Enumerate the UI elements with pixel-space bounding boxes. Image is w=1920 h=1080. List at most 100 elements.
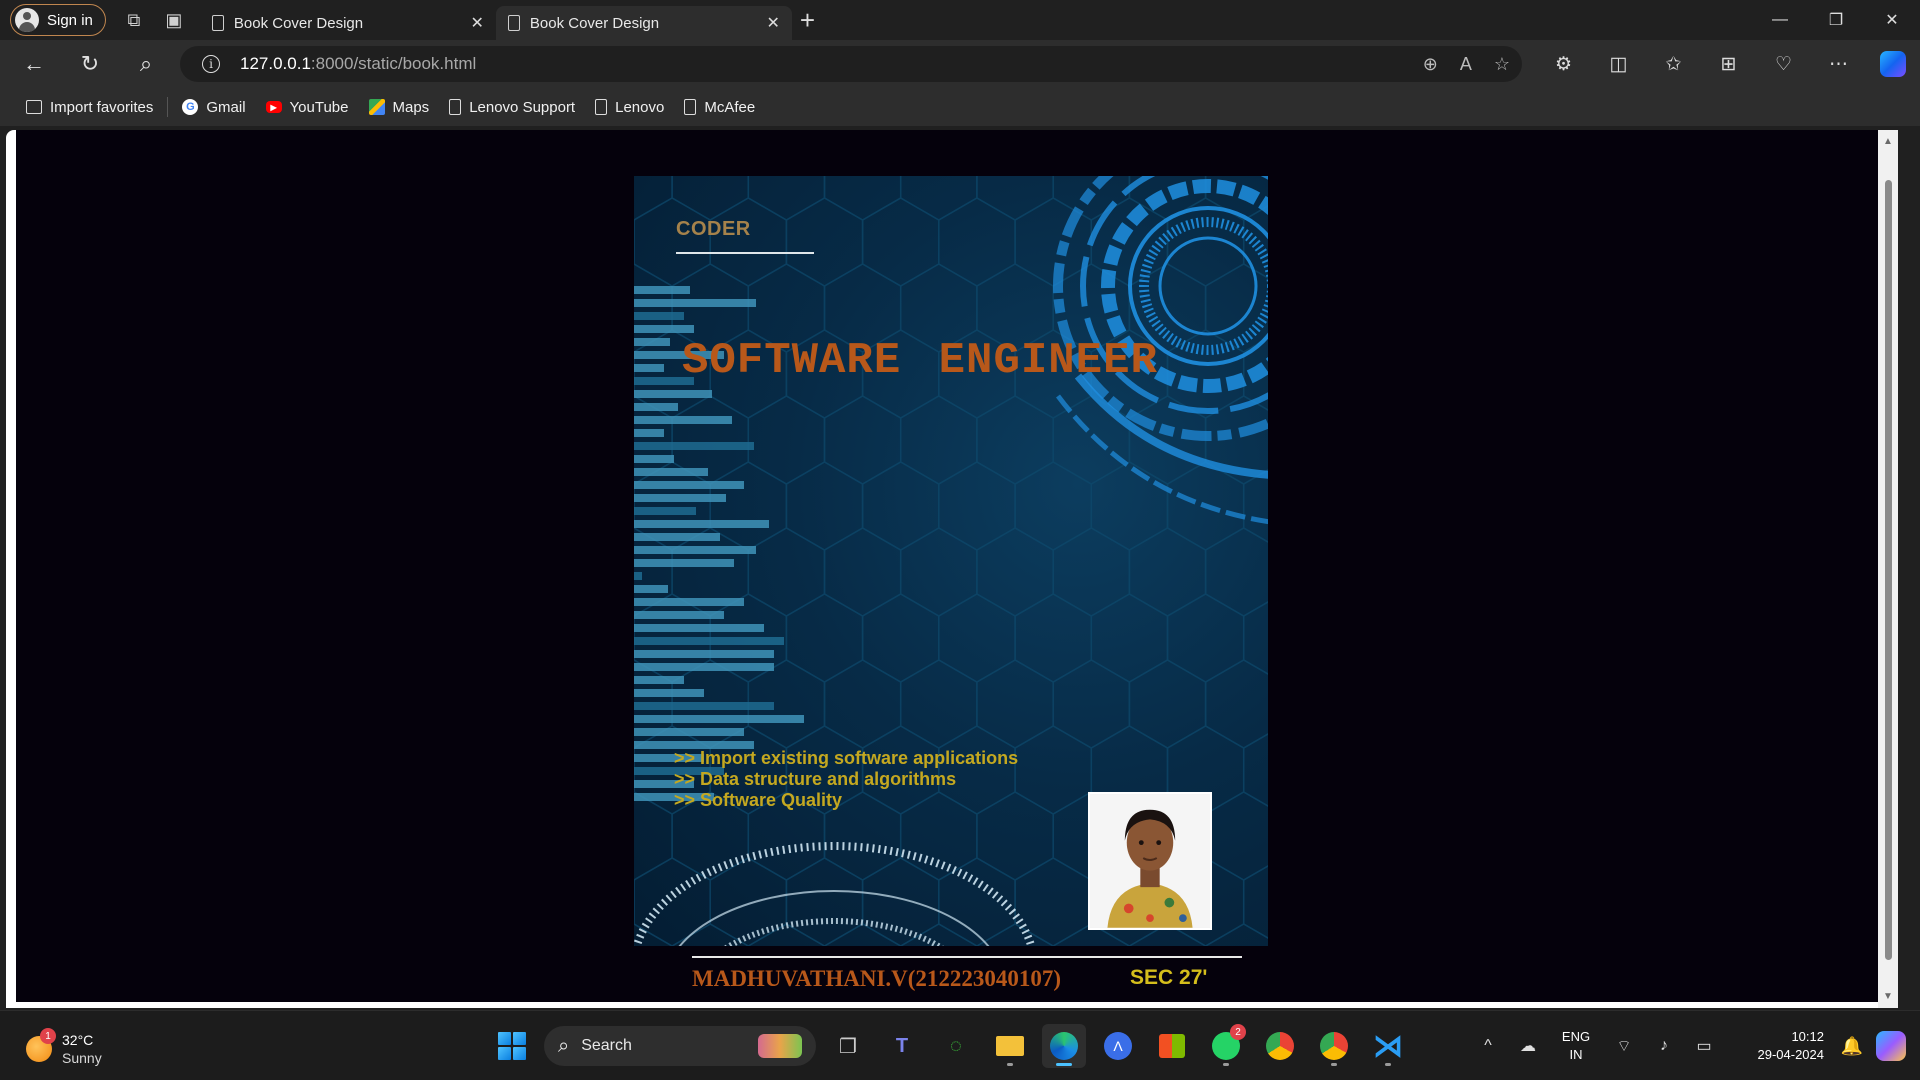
bookmark-lenovo-support[interactable]: Lenovo Support (439, 92, 585, 122)
page-icon (684, 99, 697, 115)
topic-item: >> Import existing software applications (674, 748, 1019, 768)
bookmark-import-favorites[interactable]: Import favorites (16, 92, 163, 122)
split-screen-icon[interactable]: ◫ (1591, 53, 1646, 76)
tab-book-cover-design-1[interactable]: Book Cover Design ✕ (200, 6, 496, 40)
copilot-icon[interactable] (1880, 51, 1906, 77)
book-cover: CODER SOFTWARE ENGINEER >> Import existi… (634, 176, 1268, 946)
section-label: SEC 27' (1130, 966, 1208, 989)
close-window-icon[interactable]: ✕ (1864, 0, 1920, 40)
close-tab-icon[interactable]: ✕ (766, 13, 779, 33)
favorites-icon[interactable]: ✩ (1646, 53, 1701, 76)
url-path: :8000/static/book.html (310, 54, 477, 73)
onedrive-icon[interactable]: ☁ (1508, 1036, 1548, 1056)
bookmark-mcafee[interactable]: McAfee (674, 92, 765, 122)
page-icon (211, 15, 224, 31)
desktop-screen: Sign in ⧉ ▣ Book Cover Design ✕ Book Cov… (0, 0, 1920, 1080)
windows-taskbar: 1 32°C Sunny ⌕ Search ❐ T ◌ Λ 2 ⋊ ^ ☁ EN… (0, 1010, 1920, 1080)
browser-tab-strip: Sign in ⧉ ▣ Book Cover Design ✕ Book Cov… (0, 0, 1920, 40)
browser-essentials-icon[interactable]: ♡ (1756, 53, 1811, 76)
chevron-up-icon[interactable]: ^ (1468, 1037, 1508, 1055)
cover-tag: CODER (676, 218, 751, 240)
taskbar-apps: ⌕ Search ❐ T ◌ Λ 2 ⋊ (490, 1023, 1410, 1069)
microsoft-store-app[interactable] (1150, 1024, 1194, 1068)
tab-title: Book Cover Design (529, 14, 660, 32)
bookmark-maps[interactable]: Maps (359, 92, 440, 122)
taskbar-search[interactable]: ⌕ Search (544, 1026, 816, 1066)
sign-in-button[interactable]: Sign in (10, 4, 106, 36)
copilot-taskbar-icon[interactable] (1876, 1031, 1906, 1061)
page-icon (507, 15, 520, 31)
weather-condition: Sunny (62, 1050, 102, 1066)
search-label: Search (581, 1037, 632, 1054)
scroll-up-arrow-icon[interactable]: ▲ (1883, 136, 1893, 147)
address-bar[interactable]: i 127.0.0.1:8000/static/book.html ⊕ A ☆ (180, 46, 1522, 82)
tab-book-cover-design-2[interactable]: Book Cover Design ✕ (495, 6, 792, 40)
browser-toolbar: ← ↻ ⌕ i 127.0.0.1:8000/static/book.html … (0, 40, 1920, 88)
volume-icon[interactable]: ♪ (1644, 1037, 1684, 1055)
workspaces-icon[interactable]: ⧉ (114, 4, 154, 36)
extensions-icon[interactable]: ⚙ (1536, 53, 1591, 76)
scroll-down-arrow-icon[interactable]: ▼ (1883, 991, 1893, 1002)
author-photo (1088, 792, 1212, 930)
favorite-star-icon[interactable]: ☆ (1494, 54, 1510, 75)
url-host: 127.0.0.1 (240, 54, 311, 73)
sunny-weather-icon: 1 (26, 1028, 56, 1062)
collections-icon[interactable]: ⊞ (1701, 53, 1756, 76)
refresh-icon[interactable]: ↻ (62, 44, 118, 84)
browser-toolbar-right: ⚙ ◫ ✩ ⊞ ♡ ⋯ (1536, 40, 1920, 88)
profile-avatar-icon (15, 8, 39, 32)
task-view-button[interactable]: ❐ (826, 1024, 870, 1068)
bookmark-gmail[interactable]: G Gmail (172, 92, 255, 122)
import-icon (26, 100, 42, 114)
search-icon[interactable]: ⌕ (118, 44, 174, 84)
chrome-profile-app[interactable] (1312, 1024, 1356, 1068)
page-scrollbar[interactable]: ▲ ▼ (1878, 130, 1898, 1008)
search-highlight-icon (758, 1034, 802, 1058)
minimize-icon[interactable]: — (1752, 0, 1808, 40)
file-explorer-app[interactable] (988, 1024, 1032, 1068)
vpn-app[interactable]: Λ (1096, 1024, 1140, 1068)
wifi-icon[interactable]: ⌔ (1604, 1036, 1644, 1056)
back-icon[interactable]: ← (6, 44, 62, 84)
bookmark-separator (167, 97, 169, 117)
chrome-icon (1320, 1032, 1348, 1060)
clock[interactable]: 10:12 29-04-2024 (1724, 1028, 1825, 1064)
chrome-app[interactable] (1258, 1024, 1302, 1068)
edge-app[interactable] (1042, 1024, 1086, 1068)
notification-bell-icon[interactable]: 🔔 (1834, 1036, 1870, 1057)
restore-icon[interactable]: ❐ (1808, 0, 1864, 40)
battery-icon[interactable]: ▭ (1684, 1036, 1724, 1056)
weather-widget[interactable]: 1 32°C Sunny (26, 1028, 102, 1067)
task-view-icon: ❐ (839, 1035, 857, 1058)
whatsapp-app[interactable]: 2 (1204, 1024, 1248, 1068)
web-content-viewport: CODER SOFTWARE ENGINEER >> Import existi… (6, 130, 1898, 1008)
search-icon: ⌕ (558, 1034, 570, 1057)
triangle-logo-icon: Λ (1104, 1032, 1132, 1060)
bookmark-label: YouTube (289, 98, 349, 116)
read-aloud-icon[interactable]: A (1460, 54, 1472, 75)
person-portrait-icon (1090, 794, 1210, 928)
vscode-app[interactable]: ⋊ (1366, 1024, 1410, 1068)
author-name: MADHUVATHANI.V(212223040107) (692, 966, 1062, 991)
windows-logo-icon (498, 1032, 526, 1060)
site-info-icon[interactable]: i (202, 55, 220, 73)
more-menu-icon[interactable]: ⋯ (1811, 53, 1866, 76)
zoom-icon[interactable]: ⊕ (1423, 54, 1438, 75)
notification-badge: 1 (40, 1028, 56, 1044)
tab-actions-icon[interactable]: ▣ (154, 4, 194, 36)
store-icon (1159, 1034, 1185, 1058)
vscode-icon: ⋊ (1373, 1029, 1403, 1063)
bookmark-label: McAfee (704, 98, 756, 116)
bookmark-lenovo[interactable]: Lenovo (585, 92, 674, 122)
topic-item: >> Software Quality (674, 790, 843, 810)
scrollbar-thumb[interactable] (1885, 180, 1892, 960)
teams-app[interactable]: T (880, 1024, 924, 1068)
loader-app[interactable]: ◌ (934, 1024, 978, 1068)
region-code: IN (1569, 1047, 1583, 1062)
start-button[interactable] (490, 1024, 534, 1068)
bookmark-youtube[interactable]: ▶ YouTube (256, 92, 359, 122)
new-tab-button[interactable]: + (800, 5, 815, 36)
close-tab-icon[interactable]: ✕ (470, 13, 483, 33)
topic-list: >> Import existing software applications… (674, 748, 1018, 811)
language-indicator[interactable]: ENG IN (1548, 1028, 1604, 1064)
